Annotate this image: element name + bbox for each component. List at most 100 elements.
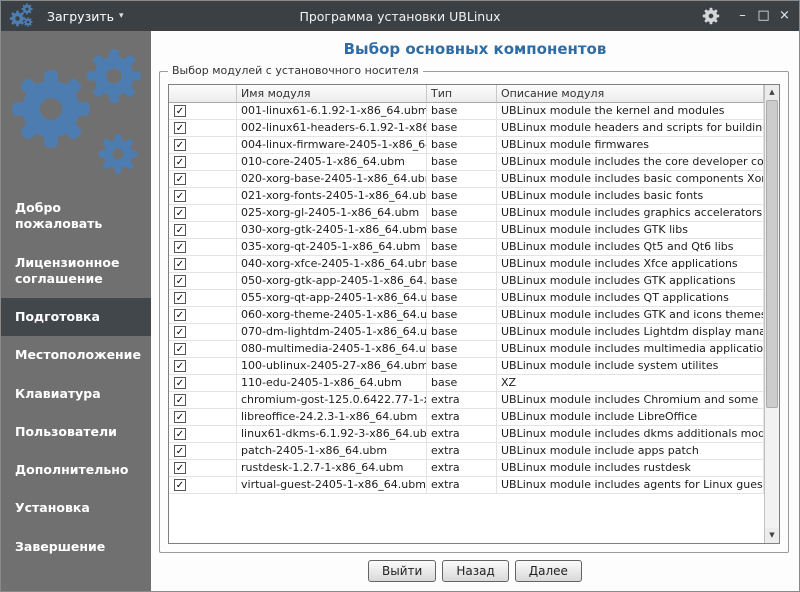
row-checkbox[interactable]: ✓	[174, 156, 186, 168]
settings-gear-icon[interactable]	[702, 7, 720, 25]
sidebar-item[interactable]: Пользователи	[1, 413, 151, 451]
module-type: base	[427, 103, 497, 120]
table-body: ✓001-linux61-6.1.92-1-x86_64.ubmbaseUBLi…	[169, 103, 764, 494]
table-row[interactable]: ✓070-dm-lightdm-2405-1-x86_64.ubmbaseUBL…	[169, 324, 764, 341]
table-row[interactable]: ✓035-xorg-qt-2405-1-x86_64.ubmbaseUBLinu…	[169, 239, 764, 256]
modules-table: Имя модуляТипОписание модуля ✓001-linux6…	[168, 84, 780, 544]
maximize-button[interactable]: □	[757, 9, 770, 23]
table-row[interactable]: ✓patch-2405-1-x86_64.ubmextraUBLinux mod…	[169, 443, 764, 460]
sidebar-item[interactable]: Подготовка	[1, 298, 151, 336]
next-button[interactable]: Далее	[515, 560, 582, 582]
module-name: virtual-guest-2405-1-x86_64.ubm	[237, 477, 427, 494]
row-checkbox[interactable]: ✓	[174, 343, 186, 355]
table-row[interactable]: ✓060-xorg-theme-2405-1-x86_64.ubmbaseUBL…	[169, 307, 764, 324]
table-row[interactable]: ✓110-edu-2405-1-x86_64.ubmbaseXZ	[169, 375, 764, 392]
row-checkbox[interactable]: ✓	[174, 173, 186, 185]
sidebar-item[interactable]: Дополнительно	[1, 451, 151, 489]
module-type: base	[427, 154, 497, 171]
module-description: UBLinux module includes Chromium and som…	[497, 392, 764, 409]
module-type: extra	[427, 477, 497, 494]
sidebar-item[interactable]: Клавиатура	[1, 375, 151, 413]
row-checkbox[interactable]: ✓	[174, 190, 186, 202]
table-row[interactable]: ✓030-xorg-gtk-2405-1-x86_64.ubmbaseUBLin…	[169, 222, 764, 239]
table-row[interactable]: ✓050-xorg-gtk-app-2405-1-x86_64.ubmbaseU…	[169, 273, 764, 290]
column-header[interactable]: Описание модуля	[497, 85, 764, 103]
scrollbar-track[interactable]	[765, 100, 779, 528]
table-row[interactable]: ✓ 002-linux61-headers-6.1.92-1-x86_64.ubm…	[169, 120, 764, 137]
sidebar-item[interactable]: Местоположение	[1, 336, 151, 374]
load-menu-button[interactable]: Загрузить ▾	[41, 6, 130, 27]
column-header[interactable]: Имя модуля	[237, 85, 427, 103]
table-row[interactable]: ✓chromium-gost-125.0.6422.77-1-x86_64.ub…	[169, 392, 764, 409]
module-type: base	[427, 324, 497, 341]
table-row[interactable]: ✓linux61-dkms-6.1.92-3-x86_64.ubmextraUB…	[169, 426, 764, 443]
checkbox-cell: ✓	[169, 426, 237, 443]
row-checkbox[interactable]: ✓	[174, 326, 186, 338]
table-row[interactable]: ✓100-ublinux-2405-27-x86_64.ubmbaseUBLin…	[169, 358, 764, 375]
row-checkbox[interactable]: ✓	[174, 394, 186, 406]
table-row[interactable]: ✓021-xorg-fonts-2405-1-x86_64.ubmbaseUBL…	[169, 188, 764, 205]
module-description: UBLinux module include LibreOffice	[497, 409, 764, 426]
scroll-up-icon[interactable]: ▲	[765, 85, 779, 100]
table-row[interactable]: ✓010-core-2405-1-x86_64.ubmbaseUBLinux m…	[169, 154, 764, 171]
row-checkbox[interactable]: ✓	[174, 479, 186, 491]
row-checkbox[interactable]: ✓	[174, 241, 186, 253]
sidebar-item[interactable]: Добро пожаловать	[1, 189, 151, 244]
scrollbar-thumb[interactable]	[766, 100, 778, 408]
row-checkbox[interactable]: ✓	[174, 207, 186, 219]
module-type: base	[427, 137, 497, 154]
table-row[interactable]: ✓001-linux61-6.1.92-1-x86_64.ubmbaseUBLi…	[169, 103, 764, 120]
close-button[interactable]: ×	[778, 9, 791, 23]
table-row[interactable]: ✓004-linux-firmware-2405-1-x86_64.ubmbas…	[169, 137, 764, 154]
row-checkbox[interactable]: ✓	[174, 428, 186, 440]
sidebar-item[interactable]: Установка	[1, 489, 151, 527]
row-checkbox[interactable]: ✓	[174, 462, 186, 474]
checkbox-cell: ✓	[169, 409, 237, 426]
row-checkbox[interactable]: ✓	[174, 224, 186, 236]
column-header[interactable]: Тип	[427, 85, 497, 103]
table-row[interactable]: ✓025-xorg-gl-2405-1-x86_64.ubmbaseUBLinu…	[169, 205, 764, 222]
row-checkbox[interactable]: ✓	[174, 309, 186, 321]
checkbox-cell: ✓	[169, 273, 237, 290]
row-checkbox[interactable]: ✓	[174, 292, 186, 304]
row-checkbox[interactable]: ✓	[174, 411, 186, 423]
checkbox-cell: ✓	[169, 443, 237, 460]
module-name: 110-edu-2405-1-x86_64.ubm	[237, 375, 427, 392]
table-row[interactable]: ✓040-xorg-xfce-2405-1-x86_64.ubmbaseUBLi…	[169, 256, 764, 273]
row-checkbox[interactable]: ✓	[174, 122, 186, 134]
checkbox-cell: ✓	[169, 290, 237, 307]
row-checkbox[interactable]: ✓	[174, 275, 186, 287]
vertical-scrollbar[interactable]: ▲ ▼	[764, 85, 779, 543]
minimize-button[interactable]: –	[736, 9, 749, 23]
table-row[interactable]: ✓080-multimedia-2405-1-x86_64.ubmbaseUBL…	[169, 341, 764, 358]
table-row[interactable]: ✓055-xorg-qt-app-2405-1-x86_64.ubmbaseUB…	[169, 290, 764, 307]
row-checkbox[interactable]: ✓	[174, 445, 186, 457]
module-name: 002-linux61-headers-6.1.92-1-x86_64.ubm	[237, 120, 427, 137]
table-row[interactable]: ✓rustdesk-1.2.7-1-x86_64.ubmextraUBLinux…	[169, 460, 764, 477]
module-name: 100-ublinux-2405-27-x86_64.ubm	[237, 358, 427, 375]
module-name: patch-2405-1-x86_64.ubm	[237, 443, 427, 460]
row-checkbox[interactable]: ✓	[174, 105, 186, 117]
column-header[interactable]	[169, 85, 237, 103]
chevron-down-icon: ▾	[119, 11, 124, 21]
sidebar-item[interactable]: Лицензионное соглашение	[1, 244, 151, 299]
scroll-down-icon[interactable]: ▼	[765, 528, 779, 543]
sidebar-item[interactable]: Завершение	[1, 528, 151, 566]
row-checkbox[interactable]: ✓	[174, 377, 186, 389]
module-description: UBLinux module firmwares	[497, 137, 764, 154]
back-button[interactable]: Назад	[442, 560, 508, 582]
module-description: UBLinux module includes Lightdm display …	[497, 324, 764, 341]
module-type: base	[427, 290, 497, 307]
checkbox-cell: ✓	[169, 154, 237, 171]
module-name: 025-xorg-gl-2405-1-x86_64.ubm	[237, 205, 427, 222]
groupbox-label: Выбор модулей с установочного носителя	[168, 64, 423, 77]
exit-button[interactable]: Выйти	[368, 560, 436, 582]
row-checkbox[interactable]: ✓	[174, 360, 186, 372]
titlebar: Загрузить ▾ Программа установки UBLinux …	[1, 1, 799, 31]
table-row[interactable]: ✓020-xorg-base-2405-1-x86_64.ubmbaseUBLi…	[169, 171, 764, 188]
table-row[interactable]: ✓libreoffice-24.2.3-1-x86_64.ubmextraUBL…	[169, 409, 764, 426]
row-checkbox[interactable]: ✓	[174, 258, 186, 270]
module-description: UBLinux module includes agents for Linux…	[497, 477, 764, 494]
row-checkbox[interactable]: ✓	[174, 139, 186, 151]
table-row[interactable]: ✓ virtual-guest-2405-1-x86_64.ubmextraUBL…	[169, 477, 764, 494]
